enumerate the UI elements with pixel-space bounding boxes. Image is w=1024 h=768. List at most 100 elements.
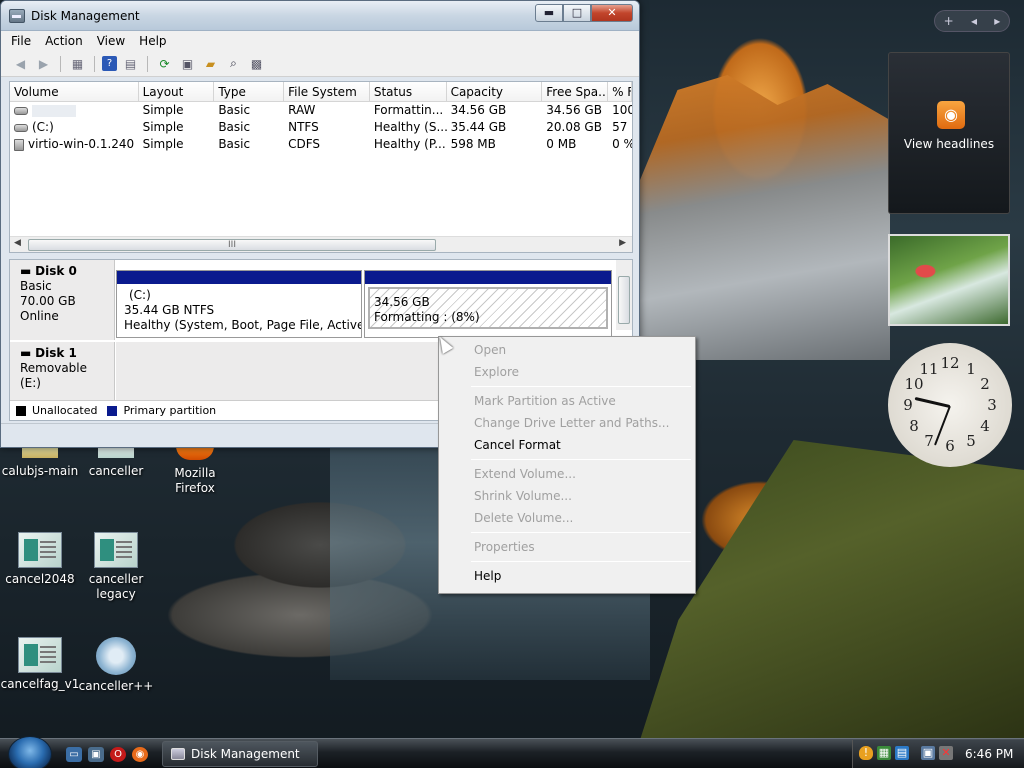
desktop-icon-canceller[interactable]: canceller	[76, 446, 156, 479]
scroll-right-icon[interactable]: ▶	[619, 238, 626, 248]
table-row[interactable]: virtio-win-0.1.240 ... Simple Basic CDFS…	[10, 136, 632, 153]
switch-windows-icon[interactable]: ▣	[88, 747, 104, 762]
menu-item-explore[interactable]: Explore	[441, 361, 693, 383]
menu-item-change-drive-letter[interactable]: Change Drive Letter and Paths...	[441, 412, 693, 434]
desktop-icon-label: cancel2048	[5, 572, 75, 586]
desktop-icon-cancelfag-v1[interactable]: cancelfag_v1	[0, 637, 80, 692]
next-icon[interactable]: ▸	[994, 14, 1000, 28]
minimize-button[interactable]: ▬	[535, 3, 563, 22]
opera-icon[interactable]: O	[110, 747, 126, 762]
forward-arrow-icon[interactable]: ▶	[34, 55, 53, 73]
slideshow-gadget[interactable]	[888, 234, 1010, 326]
column-type[interactable]: Type	[214, 82, 285, 101]
taskbar-button-disk-management[interactable]: Disk Management	[162, 741, 318, 767]
menu-item-properties[interactable]: Properties	[441, 536, 693, 558]
volume-muted-icon[interactable]: ✕	[939, 746, 953, 760]
desktop-icon-canceller-plus-plus[interactable]: canceller++	[76, 637, 156, 694]
partition-size: 35.44 GB NTFS	[124, 303, 215, 317]
disk-0-label[interactable]: ▬ Disk 0 Basic 70.00 GB Online	[10, 260, 115, 340]
gear-icon	[96, 637, 136, 675]
partition-formatting[interactable]: 34.56 GB Formatting : (8%)	[364, 270, 612, 338]
context-menu: Open Explore Mark Partition as Active Ch…	[438, 336, 696, 594]
menu-help[interactable]: Help	[139, 34, 166, 48]
scrollbar-thumb[interactable]	[618, 276, 630, 324]
clock-number: 1	[966, 360, 976, 378]
search-icon[interactable]: ⌕	[224, 55, 243, 73]
table-row[interactable]: Simple Basic RAW Formattin... 34.56 GB 3…	[10, 102, 632, 119]
menu-item-mark-active[interactable]: Mark Partition as Active	[441, 390, 693, 412]
taskbar: ▭ ▣ O ◉ Disk Management ! ▦ ▤ ▣ ✕ 6:46 P…	[0, 736, 1024, 768]
app-icon	[18, 637, 62, 673]
properties-pane-icon[interactable]: ▤	[121, 55, 140, 73]
disk-management-icon	[9, 8, 25, 23]
rescan-disks-icon[interactable]: ▣	[178, 55, 197, 73]
previous-icon[interactable]: ◂	[971, 14, 977, 28]
menu-item-delete-volume[interactable]: Delete Volume...	[441, 507, 693, 529]
menu-file[interactable]: File	[11, 34, 31, 48]
menu-item-extend-volume[interactable]: Extend Volume...	[441, 463, 693, 485]
refresh-icon[interactable]: ⟳	[155, 55, 174, 73]
partition-c[interactable]: (C:) 35.44 GB NTFS Healthy (System, Boot…	[116, 270, 362, 338]
legend-label: Primary partition	[123, 404, 217, 417]
update-icon[interactable]: ▤	[895, 746, 909, 760]
title-bar[interactable]: Disk Management ▬ □ ✕	[1, 1, 639, 31]
cell-free-space: 0 MB	[546, 137, 577, 151]
cell-layout: Simple	[142, 137, 184, 151]
table-row[interactable]: (C:) Simple Basic NTFS Healthy (S... 35.…	[10, 119, 632, 136]
disk-icon: ▬	[20, 264, 32, 278]
show-desktop-icon[interactable]: ▭	[66, 747, 82, 762]
settings-icon[interactable]: ▩	[247, 55, 266, 73]
desktop-icon-cancel2048[interactable]: cancel2048	[0, 532, 80, 587]
desktop-icon-calubjs-main[interactable]: calubjs-main	[0, 446, 80, 479]
column-layout[interactable]: Layout	[139, 82, 215, 101]
start-button[interactable]	[8, 736, 52, 768]
vertical-scrollbar[interactable]	[616, 260, 632, 330]
column-percent-free[interactable]: % F	[608, 82, 632, 101]
scroll-left-icon[interactable]: ◀	[14, 238, 21, 248]
desktop-icon-firefox[interactable]: Mozilla Firefox	[155, 446, 235, 496]
horizontal-scrollbar[interactable]: ◀ III ▶	[10, 236, 632, 252]
column-free-space[interactable]: Free Spa...	[542, 82, 609, 101]
view-headlines-link[interactable]: View headlines	[889, 137, 1009, 151]
menu-view[interactable]: View	[97, 34, 125, 48]
scrollbar-thumb[interactable]: III	[28, 239, 436, 251]
menu-action[interactable]: Action	[45, 34, 83, 48]
menu-separator	[471, 561, 691, 562]
firefox-icon	[176, 446, 214, 460]
console-tree-icon[interactable]: ▦	[68, 55, 87, 73]
legend-label: Unallocated	[32, 404, 98, 417]
feed-headlines-gadget[interactable]: ◉ View headlines	[888, 52, 1010, 214]
menu-item-shrink-volume[interactable]: Shrink Volume...	[441, 485, 693, 507]
disk-1-label[interactable]: ▬ Disk 1 Removable (E:)	[10, 342, 115, 400]
shield-icon[interactable]: !	[859, 746, 873, 760]
menu-item-open[interactable]: Open	[441, 339, 693, 361]
cell-percent-free: 0 %	[612, 137, 632, 151]
disk-type: Basic	[20, 279, 52, 293]
desktop-icon-canceller-legacy[interactable]: canceller legacy	[76, 532, 156, 602]
cell-free-space: 20.08 GB	[546, 120, 602, 134]
column-capacity[interactable]: Capacity	[447, 82, 543, 101]
menu-item-help[interactable]: Help	[441, 565, 693, 587]
firefox-icon[interactable]: ◉	[132, 747, 148, 762]
cd-drive-icon	[14, 138, 24, 151]
cell-capacity: 35.44 GB	[450, 120, 507, 134]
volume-list-header: Volume Layout Type File System Status Ca…	[10, 82, 632, 102]
cell-percent-free: 57	[612, 120, 628, 134]
primary-partition-bar	[117, 271, 361, 284]
clock-number: 11	[919, 360, 939, 378]
column-status[interactable]: Status	[370, 82, 447, 101]
clock-time[interactable]: 6:46 PM	[965, 747, 1013, 761]
open-folder-icon[interactable]: ▰	[201, 55, 220, 73]
column-file-system[interactable]: File System	[284, 82, 370, 101]
column-volume[interactable]: Volume	[10, 82, 139, 101]
close-button[interactable]: ✕	[591, 3, 633, 22]
system-tray: ! ▦ ▤ ▣ ✕ 6:46 PM	[852, 740, 1024, 768]
help-icon[interactable]: ?	[102, 56, 117, 71]
security-center-icon[interactable]: ▦	[877, 746, 891, 760]
cell-layout: Simple	[142, 120, 184, 134]
back-arrow-icon[interactable]: ◀	[11, 55, 30, 73]
add-gadget-icon[interactable]: +	[944, 14, 954, 28]
menu-item-cancel-format[interactable]: Cancel Format	[441, 434, 693, 456]
maximize-button[interactable]: □	[563, 3, 591, 22]
network-icon[interactable]: ▣	[921, 746, 935, 760]
